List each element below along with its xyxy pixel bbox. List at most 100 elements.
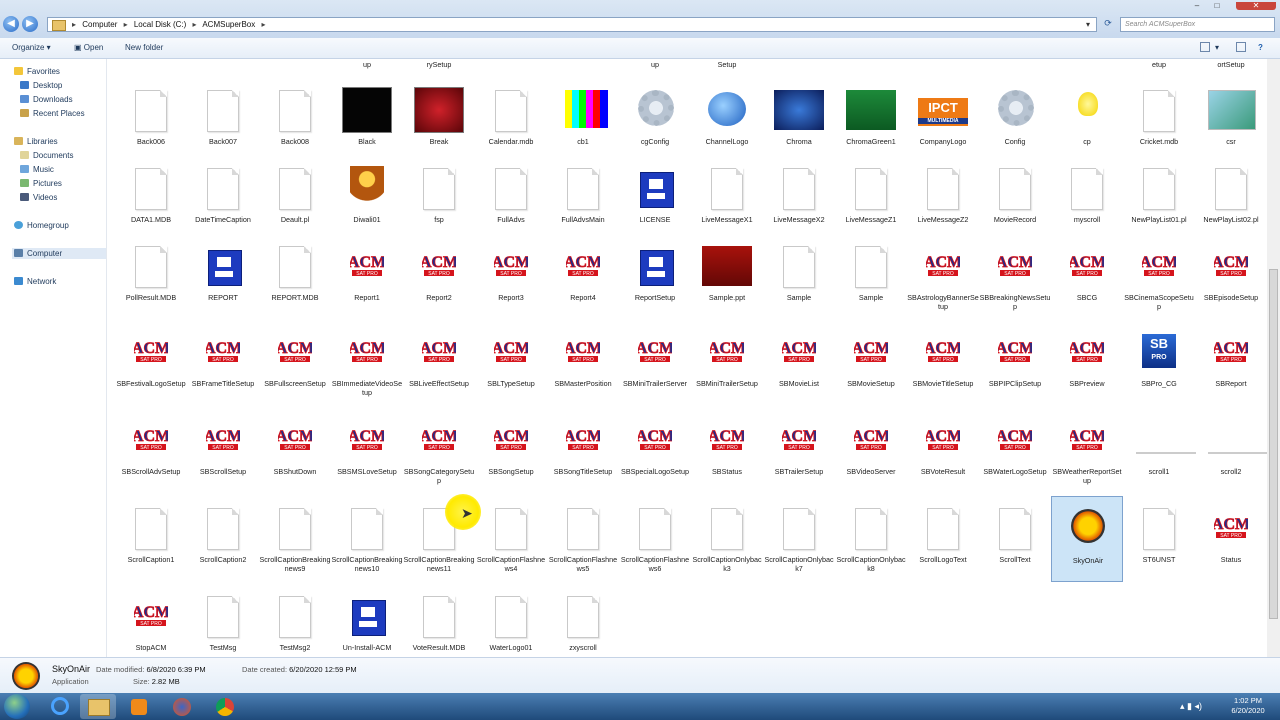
file-item[interactable]: WaterLogo01 [475, 584, 547, 657]
file-item[interactable]: LiveMessageZ2 [907, 156, 979, 242]
file-item[interactable]: FullAdvs [475, 156, 547, 242]
taskbar-ie[interactable] [42, 694, 78, 719]
file-item[interactable]: NewPlayList02.pl [1195, 156, 1267, 242]
file-item[interactable]: ChannelLogo [691, 78, 763, 164]
file-item[interactable]: ACM SAT PRO SBMovieTitleSetup [907, 320, 979, 406]
vertical-scrollbar[interactable] [1267, 59, 1280, 657]
file-item[interactable]: Sample [763, 234, 835, 320]
file-item[interactable]: ACM SAT PRO SBCinemaScopeSetup [1123, 234, 1195, 320]
view-options-icon[interactable] [1200, 42, 1210, 52]
file-item[interactable]: ACM SAT PRO SBAstrologyBannerSetup [907, 234, 979, 320]
file-item[interactable]: ChromaGreen1 [835, 78, 907, 164]
file-item[interactable]: DATA1.MDB [115, 156, 187, 242]
start-button[interactable] [4, 694, 30, 719]
nav-documents[interactable]: Documents [20, 151, 73, 160]
system-clock[interactable]: 1:02 PM 6/20/2020 [1220, 696, 1276, 716]
file-item[interactable]: zxyscroll [547, 584, 619, 657]
file-item[interactable]: ScrollCaptionOnlyback3 [691, 496, 763, 582]
file-item[interactable]: Un-Install-ACM [331, 584, 403, 657]
file-item[interactable]: ACM SAT PRO Status [1195, 496, 1267, 582]
file-item[interactable]: ACM SAT PRO SBSpecialLogoSetup [619, 408, 691, 494]
file-label-partial[interactable]: etup [1123, 60, 1195, 69]
file-item[interactable]: ACM SAT PRO SBVideoServer [835, 408, 907, 494]
file-item[interactable]: Sample.ppt [691, 234, 763, 320]
back-button[interactable]: ◀ [3, 16, 19, 32]
file-item[interactable]: ACM SAT PRO SBBreakingNewsSetup [979, 234, 1051, 320]
file-item[interactable]: ACM SAT PRO SBFullscreenSetup [259, 320, 331, 406]
file-item[interactable]: cb1 [547, 78, 619, 164]
file-item[interactable]: TestMsg2 [259, 584, 331, 657]
file-item[interactable]: Chroma [763, 78, 835, 164]
file-item[interactable]: LiveMessageX1 [691, 156, 763, 242]
preview-pane-icon[interactable] [1236, 42, 1246, 52]
file-label-partial[interactable]: ortSetup [1195, 60, 1267, 69]
file-item[interactable]: FullAdvsMain [547, 156, 619, 242]
nav-videos[interactable]: Videos [20, 193, 57, 202]
file-item[interactable]: PollResult.MDB [115, 234, 187, 320]
file-item[interactable]: Diwali01 [331, 156, 403, 242]
nav-downloads[interactable]: Downloads [20, 95, 73, 104]
file-item[interactable]: ScrollCaptionBreakingnews9 [259, 496, 331, 582]
file-item[interactable]: ACM SAT PRO SBImmediateVideoSetup [331, 320, 403, 406]
file-item[interactable]: Back007 [187, 78, 259, 164]
file-item[interactable]: Break [403, 78, 475, 164]
file-item[interactable]: VoteResult.MDB [403, 584, 475, 657]
file-item[interactable]: ScrollCaptionFlashnews4 [475, 496, 547, 582]
file-item[interactable]: ScrollCaptionBreakingnews10 [331, 496, 403, 582]
file-item[interactable]: ReportSetup [619, 234, 691, 320]
open-button[interactable]: ▣ Open [74, 43, 103, 52]
file-item[interactable]: ST6UNST [1123, 496, 1195, 582]
file-item[interactable]: ACM SAT PRO SBPreview [1051, 320, 1123, 406]
file-item[interactable]: scroll2 [1195, 408, 1267, 494]
file-item[interactable]: IPCT MULTIMEDIA CompanyLogo [907, 78, 979, 164]
scrollbar-thumb[interactable] [1269, 269, 1278, 619]
file-item[interactable]: SB PRO SBPro_CG [1123, 320, 1195, 406]
file-item[interactable]: Back006 [115, 78, 187, 164]
file-item[interactable]: ACM SAT PRO Report1 [331, 234, 403, 320]
file-item[interactable]: Deault.pl [259, 156, 331, 242]
file-item[interactable]: ACM SAT PRO SBFrameTitleSetup [187, 320, 259, 406]
file-item[interactable]: Config [979, 78, 1051, 164]
file-item[interactable]: ScrollLogoText [907, 496, 979, 582]
file-item[interactable]: myscroll [1051, 156, 1123, 242]
minimize-icon[interactable]: – [1190, 2, 1204, 10]
file-item[interactable]: ACM SAT PRO SBMasterPosition [547, 320, 619, 406]
file-item[interactable]: Cricket.mdb [1123, 78, 1195, 164]
file-item[interactable]: ACM SAT PRO SBWaterLogoSetup [979, 408, 1051, 494]
nav-desktop[interactable]: Desktop [20, 81, 62, 90]
search-input[interactable]: Search ACMSuperBox [1120, 17, 1275, 32]
file-label-partial[interactable]: up [619, 60, 691, 69]
file-item[interactable]: ACM SAT PRO SBCG [1051, 234, 1123, 320]
file-item[interactable]: Back008 [259, 78, 331, 164]
file-item[interactable]: ACM SAT PRO StopACM [115, 584, 187, 657]
file-item[interactable]: SkyOnAir [1051, 496, 1123, 582]
file-item[interactable]: REPORT [187, 234, 259, 320]
file-item[interactable]: ACM SAT PRO SBEpisodeSetup [1195, 234, 1267, 320]
file-item[interactable]: ScrollCaptionOnlyback7 [763, 496, 835, 582]
file-item[interactable]: ACM SAT PRO SBMovieSetup [835, 320, 907, 406]
file-label-partial[interactable]: up [331, 60, 403, 69]
file-item[interactable]: ACM SAT PRO SBMiniTrailerSetup [691, 320, 763, 406]
nav-recent-places[interactable]: Recent Places [20, 109, 85, 118]
file-item[interactable]: ScrollCaption2 [187, 496, 259, 582]
file-label-partial[interactable]: rySetup [403, 60, 475, 69]
file-item[interactable]: ACM SAT PRO SBSongTitleSetup [547, 408, 619, 494]
file-item[interactable]: ScrollCaption1 [115, 496, 187, 582]
taskbar-firefox[interactable] [164, 694, 200, 719]
file-item[interactable]: fsp [403, 156, 475, 242]
nav-network[interactable]: Network [14, 277, 56, 286]
view-dropdown-icon[interactable]: ▾ [1215, 43, 1219, 52]
refresh-icon[interactable]: ⟳ [1101, 18, 1115, 31]
file-item[interactable]: LiveMessageX2 [763, 156, 835, 242]
file-item[interactable]: DateTimeCaption [187, 156, 259, 242]
file-item[interactable]: ACM SAT PRO SBTrailerSetup [763, 408, 835, 494]
file-item[interactable]: ACM SAT PRO SBSongCategorySetup [403, 408, 475, 494]
file-item[interactable]: ACM SAT PRO SBSongSetup [475, 408, 547, 494]
file-item[interactable]: ACM SAT PRO SBMovieList [763, 320, 835, 406]
file-item[interactable]: ACM SAT PRO Report4 [547, 234, 619, 320]
file-item[interactable]: ScrollCaptionFlashnews6 [619, 496, 691, 582]
file-item[interactable]: TestMsg [187, 584, 259, 657]
file-item[interactable]: ScrollCaptionFlashnews5 [547, 496, 619, 582]
file-item[interactable]: ACM SAT PRO SBLTypeSetup [475, 320, 547, 406]
file-item[interactable]: ACM SAT PRO SBReport [1195, 320, 1267, 406]
